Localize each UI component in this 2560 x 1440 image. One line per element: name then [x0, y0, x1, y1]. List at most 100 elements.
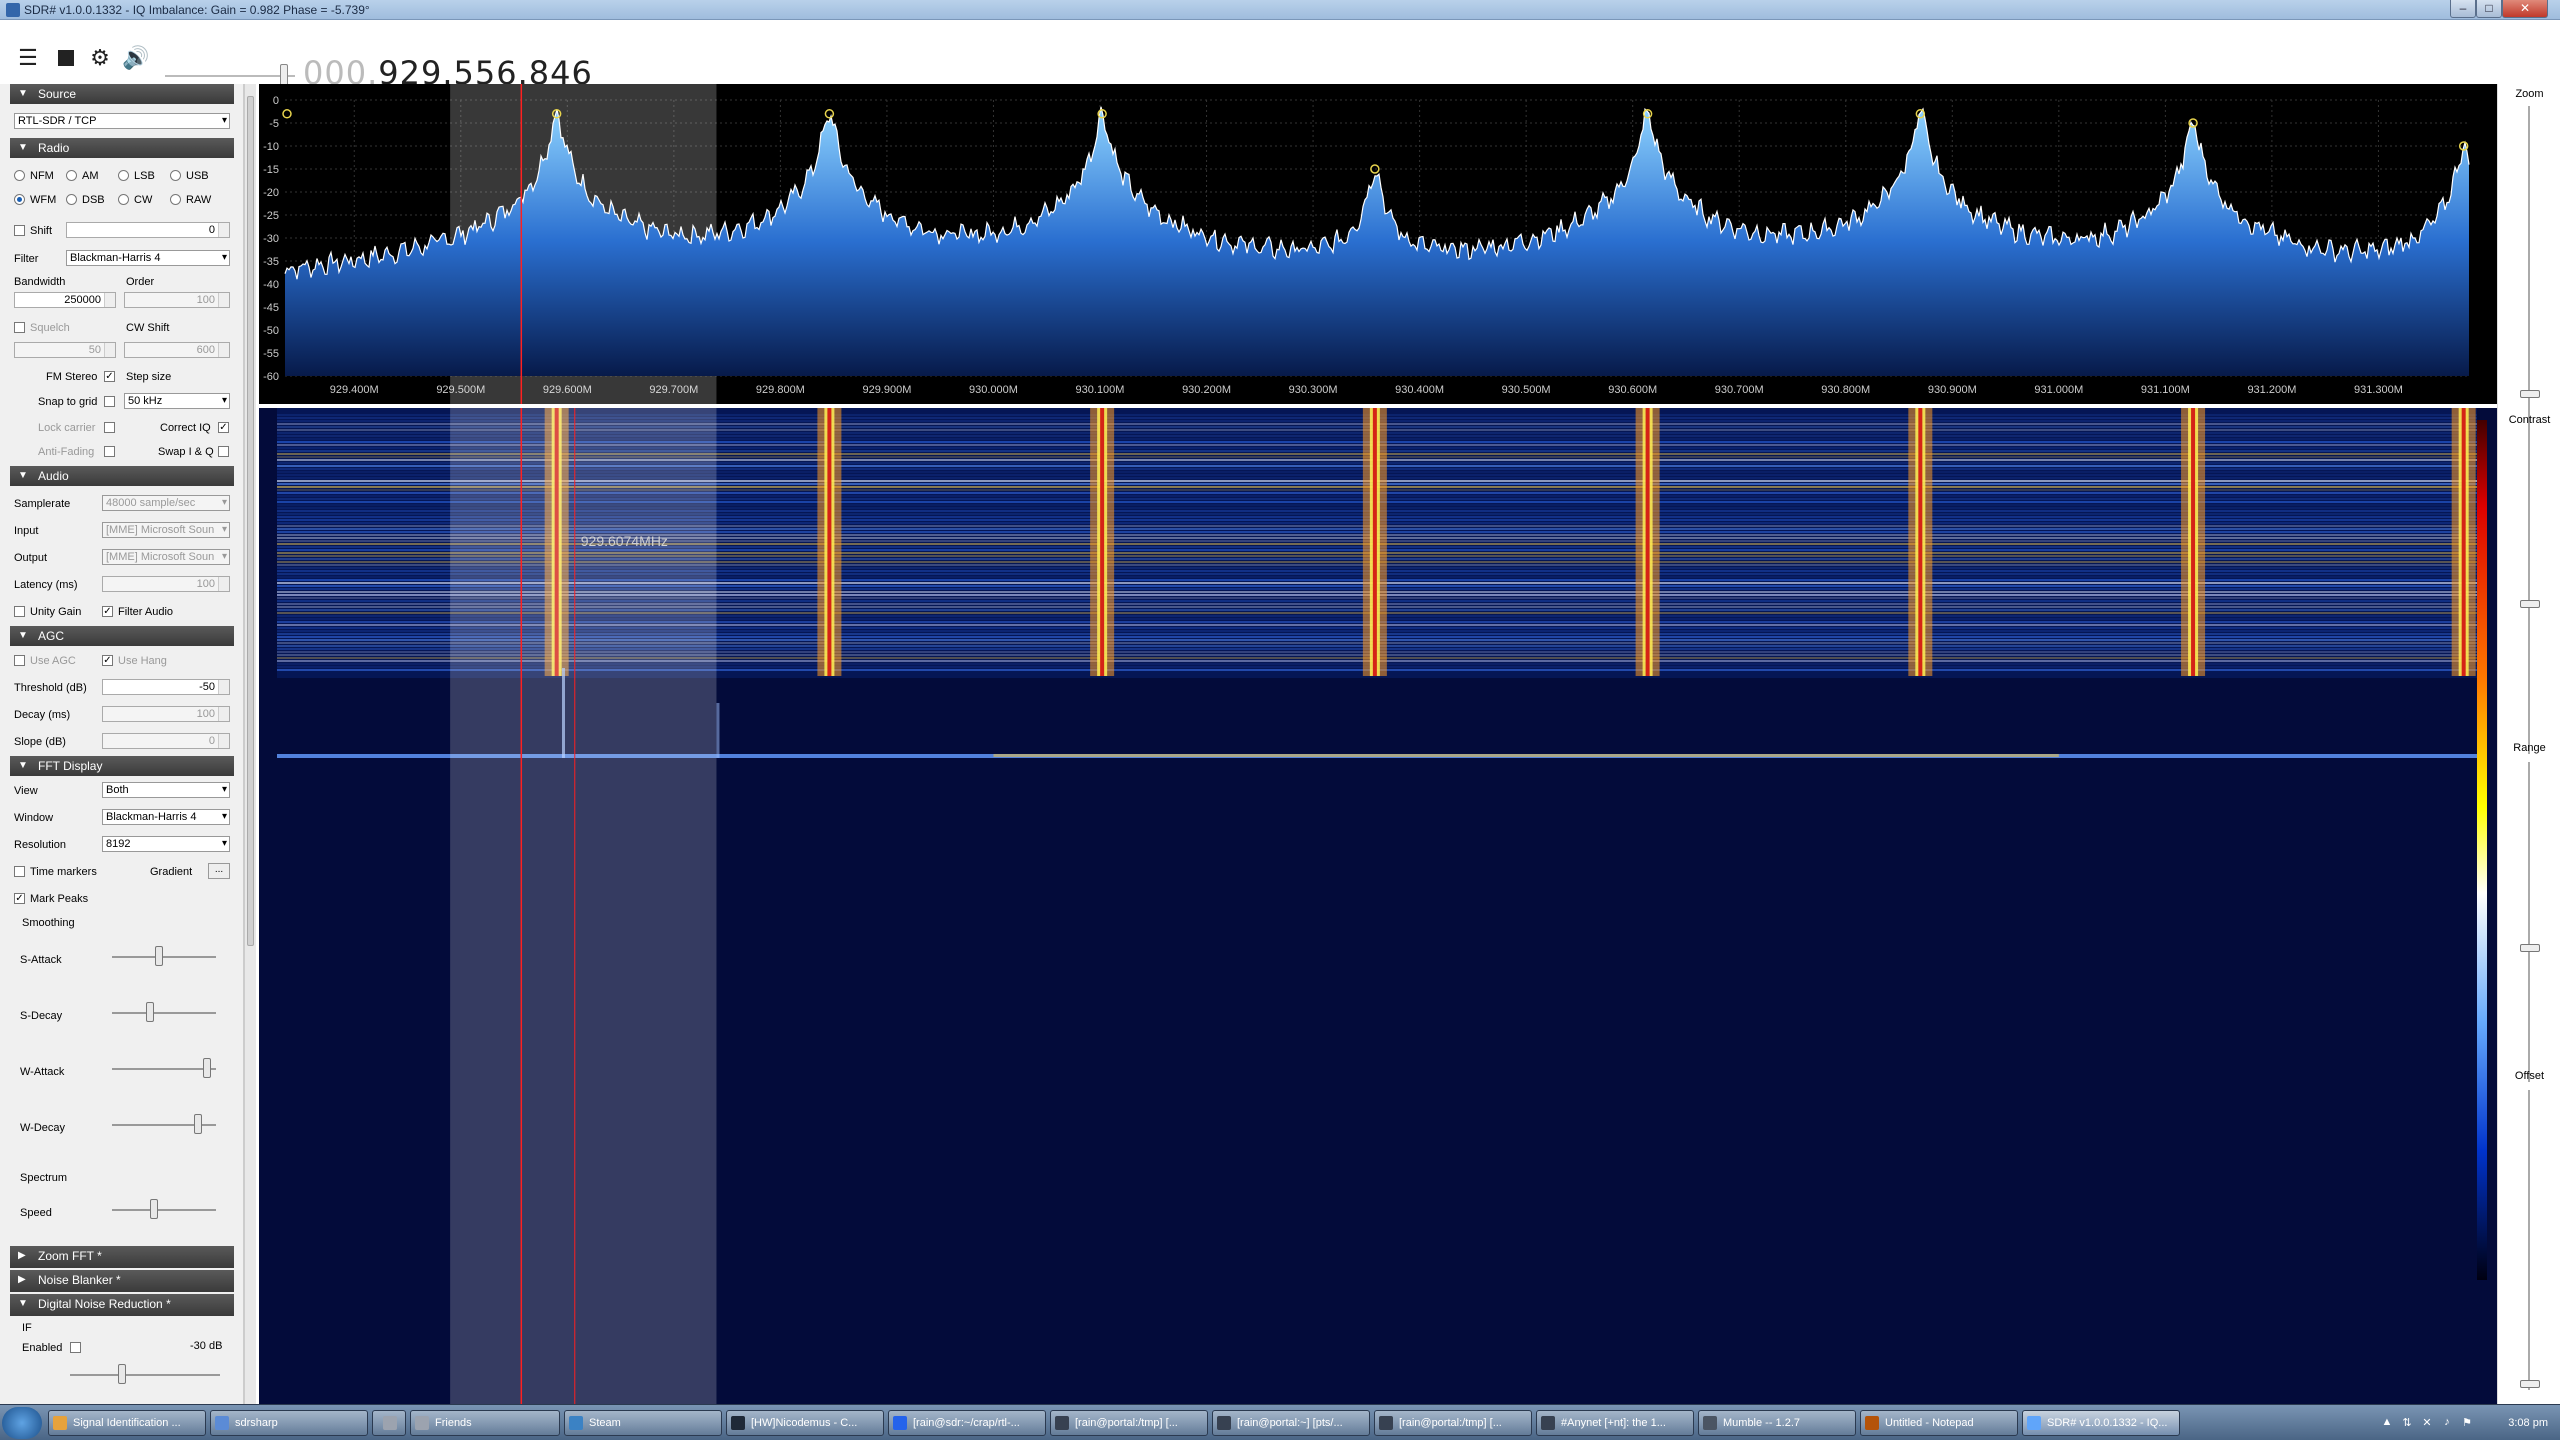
w-attack-slider[interactable] — [112, 1058, 216, 1078]
w-decay-slider[interactable] — [112, 1114, 216, 1134]
s-attack-slider[interactable] — [112, 946, 216, 966]
s-decay-knob[interactable] — [146, 1002, 154, 1022]
fm-stereo-checkbox[interactable]: ✓ — [104, 371, 115, 382]
volume-tray-icon[interactable]: ♪ — [2440, 1416, 2454, 1430]
network-icon[interactable]: ⇅ — [2400, 1416, 2414, 1430]
order-input[interactable]: 100 — [124, 292, 230, 308]
shift-input[interactable]: 0 — [66, 222, 230, 238]
zoom-slider[interactable] — [2528, 106, 2530, 436]
swap-iq-checkbox[interactable] — [218, 446, 229, 457]
correct-iq-checkbox[interactable]: ✓ — [218, 422, 229, 433]
close-button[interactable]: ✕ — [2502, 0, 2548, 18]
s-decay-slider[interactable] — [112, 1002, 216, 1022]
start-button[interactable] — [2, 1407, 42, 1439]
audio-input-dropdown[interactable]: [MME] Microsoft Soun — [102, 522, 230, 538]
tray-app-icon[interactable]: ✕ — [2420, 1416, 2434, 1430]
offset-slider[interactable] — [2528, 1090, 2530, 1390]
speed-slider[interactable] — [112, 1199, 216, 1219]
time-markers-checkbox[interactable] — [14, 866, 25, 877]
mode-radio-usb[interactable] — [170, 170, 181, 181]
audio-panel-header[interactable]: ▼ Audio — [10, 466, 234, 486]
hamburger-icon[interactable]: ☰ — [14, 44, 42, 72]
offset-slider-knob[interactable] — [2520, 1380, 2540, 1388]
volume-slider[interactable] — [165, 75, 295, 77]
unity-gain-checkbox[interactable] — [14, 606, 25, 617]
minimize-button[interactable]: – — [2450, 0, 2476, 18]
mark-peaks-checkbox[interactable]: ✓ — [14, 893, 25, 904]
mode-radio-lsb[interactable] — [118, 170, 129, 181]
w-decay-knob[interactable] — [194, 1114, 202, 1134]
snap-to-grid-checkbox[interactable] — [104, 396, 115, 407]
taskbar-item[interactable]: Mumble -- 1.2.7 — [1698, 1410, 1856, 1436]
gradient-button[interactable]: ... — [208, 863, 230, 879]
audio-output-dropdown[interactable]: [MME] Microsoft Soun — [102, 549, 230, 565]
spectrum-display[interactable]: 0 -5 -10 -15 -20 -25 -30 -35 -40 -45 -50 -55 -60 929… — [259, 84, 2497, 404]
speed-knob[interactable] — [150, 1199, 158, 1219]
cw-shift-input[interactable]: 600 — [124, 342, 230, 358]
range-slider-knob[interactable] — [2520, 944, 2540, 952]
use-hang-checkbox[interactable]: ✓ — [102, 655, 113, 666]
mode-radio-am[interactable] — [66, 170, 77, 181]
w-attack-knob[interactable] — [203, 1058, 211, 1078]
source-device-dropdown[interactable]: RTL-SDR / TCP — [14, 113, 230, 129]
zoom-slider-knob[interactable] — [2520, 390, 2540, 398]
view-dropdown[interactable]: Both — [102, 782, 230, 798]
waterfall-display[interactable]: 929.6074MHz — [259, 408, 2497, 1404]
contrast-slider[interactable] — [2528, 434, 2530, 754]
mode-radio-nfm[interactable] — [14, 170, 25, 181]
taskbar-pinned-icon[interactable] — [372, 1410, 406, 1436]
stop-icon[interactable] — [52, 44, 80, 72]
agc-panel-header[interactable]: ▼ AGC — [10, 626, 234, 646]
filter-audio-checkbox[interactable]: ✓ — [102, 606, 113, 617]
latency-input[interactable]: 100 — [102, 576, 230, 592]
shift-checkbox[interactable] — [14, 225, 25, 236]
bandwidth-input[interactable]: 250000 — [14, 292, 116, 308]
taskbar-item[interactable]: Friends — [410, 1410, 560, 1436]
squelch-checkbox[interactable] — [14, 322, 25, 333]
source-panel-header[interactable]: ▼ Source — [10, 84, 234, 104]
action-center-icon[interactable]: ⚑ — [2460, 1416, 2474, 1430]
contrast-slider-knob[interactable] — [2520, 600, 2540, 608]
anti-fading-checkbox[interactable] — [104, 446, 115, 457]
taskbar-item[interactable]: [HW]Nicodemus - C... — [726, 1410, 884, 1436]
squelch-input[interactable]: 50 — [14, 342, 116, 358]
taskbar-item[interactable]: [rain@portal:~] [pts/... — [1212, 1410, 1370, 1436]
dnr-enabled-checkbox[interactable] — [70, 1342, 81, 1353]
taskbar-item[interactable]: SDR# v1.0.0.1332 - IQ... — [2022, 1410, 2180, 1436]
taskbar-item[interactable]: #Anynet [+nt]: the 1... — [1536, 1410, 1694, 1436]
use-agc-checkbox[interactable] — [14, 655, 25, 666]
radio-panel-header[interactable]: ▼ Radio — [10, 138, 234, 158]
tray-arrow-icon[interactable]: ▲ — [2380, 1416, 2394, 1430]
fft-display-panel-header[interactable]: ▼ FFT Display — [10, 756, 234, 776]
filter-dropdown[interactable]: Blackman-Harris 4 — [66, 250, 230, 266]
mode-radio-cw[interactable] — [118, 194, 129, 205]
decay-input[interactable]: 100 — [102, 706, 230, 722]
dnr-if-slider[interactable] — [70, 1364, 220, 1384]
taskbar-item[interactable]: [rain@portal:/tmp] [... — [1374, 1410, 1532, 1436]
taskbar-item[interactable]: Steam — [564, 1410, 722, 1436]
range-slider[interactable] — [2528, 762, 2530, 1082]
taskbar-item[interactable]: [rain@portal:/tmp] [... — [1050, 1410, 1208, 1436]
taskbar-item[interactable]: sdrsharp — [210, 1410, 368, 1436]
mode-radio-dsb[interactable] — [66, 194, 77, 205]
dnr-if-knob[interactable] — [118, 1364, 126, 1384]
resolution-dropdown[interactable]: 8192 — [102, 836, 230, 852]
s-attack-knob[interactable] — [155, 946, 163, 966]
left-panel-scrollbar[interactable] — [244, 84, 256, 1404]
gear-icon[interactable]: ⚙ — [86, 44, 114, 72]
step-size-dropdown[interactable]: 50 kHz — [124, 393, 230, 409]
speaker-icon[interactable]: 🔊 — [122, 44, 150, 72]
window-dropdown[interactable]: Blackman-Harris 4 — [102, 809, 230, 825]
taskbar-item[interactable]: [rain@sdr:~/crap/rtl-... — [888, 1410, 1046, 1436]
mode-radio-raw[interactable] — [170, 194, 181, 205]
zoom-fft-panel-header[interactable]: ▶ Zoom FFT * — [10, 1246, 234, 1268]
taskbar-item[interactable]: Untitled - Notepad — [1860, 1410, 2018, 1436]
noise-blanker-panel-header[interactable]: ▶ Noise Blanker * — [10, 1270, 234, 1292]
dnr-panel-header[interactable]: ▼ Digital Noise Reduction * — [10, 1294, 234, 1316]
taskbar-item[interactable]: Signal Identification ... — [48, 1410, 206, 1436]
samplerate-dropdown[interactable]: 48000 sample/sec — [102, 495, 230, 511]
threshold-input[interactable]: -50 — [102, 679, 230, 695]
mode-radio-wfm[interactable] — [14, 194, 25, 205]
slope-input[interactable]: 0 — [102, 733, 230, 749]
maximize-button[interactable]: □ — [2476, 0, 2502, 18]
